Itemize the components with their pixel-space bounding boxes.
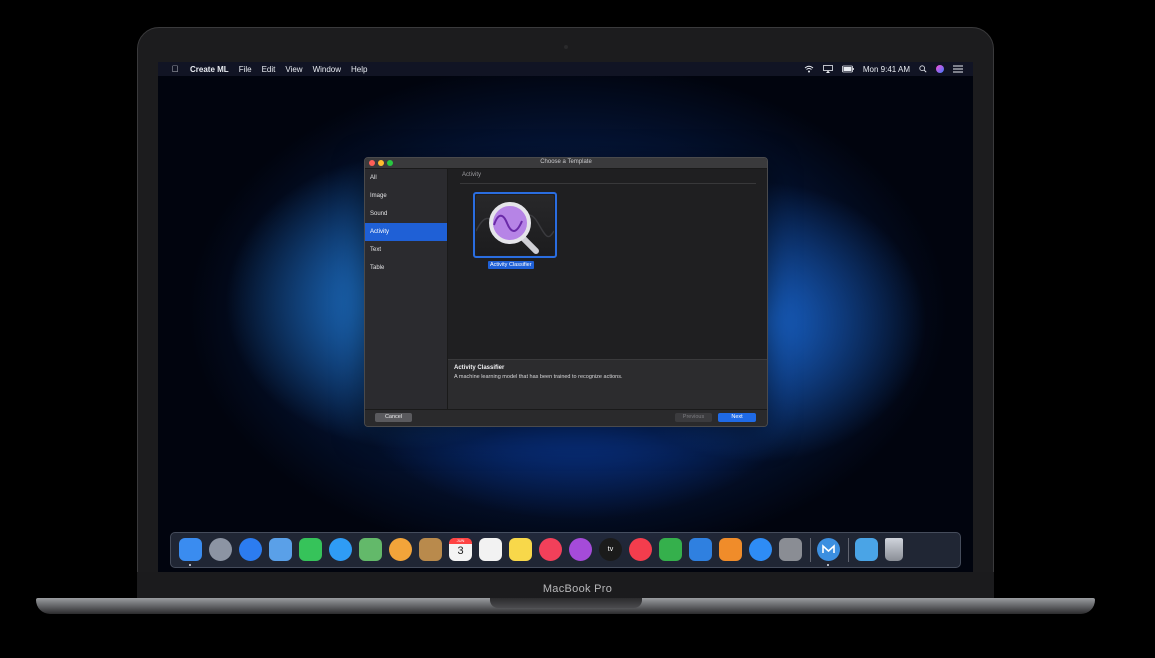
template-tile-art — [475, 195, 555, 255]
apple-icon[interactable]:  — [170, 64, 180, 74]
dock-maps-icon[interactable] — [359, 538, 382, 561]
sidebar-item-text[interactable]: Text — [365, 241, 447, 259]
dock-facetime-icon[interactable] — [299, 538, 322, 561]
dock-downloads-icon[interactable] — [855, 538, 878, 561]
device-brand-label: MacBook Pro — [542, 583, 613, 595]
cancel-button[interactable]: Cancel — [375, 413, 412, 422]
dock-numbers-icon[interactable] — [659, 538, 682, 561]
dock-notes-icon[interactable] — [509, 538, 532, 561]
menu-help[interactable]: Help — [351, 65, 367, 74]
calendar-day: 3 — [457, 545, 464, 557]
dock: JUN 3 tv — [170, 532, 961, 568]
dock-pages-icon[interactable] — [719, 538, 742, 561]
dock-running-indicator — [189, 564, 191, 566]
description-title: Activity Classifier — [454, 365, 505, 371]
dock-trash-icon[interactable] — [885, 538, 903, 561]
menu-window[interactable]: Window — [313, 65, 341, 74]
dock-system-preferences-icon[interactable] — [779, 538, 802, 561]
menu-bar:  Create ML File Edit View Window Help M… — [158, 62, 973, 76]
section-divider — [460, 183, 756, 184]
dock-contacts-icon[interactable] — [419, 538, 442, 561]
sidebar-item-activity[interactable]: Activity — [365, 223, 447, 241]
sidebar-item-sound[interactable]: Sound — [365, 205, 447, 223]
camera-icon — [564, 45, 568, 49]
window-titlebar[interactable]: Choose a Template — [365, 158, 767, 169]
menu-view[interactable]: View — [285, 65, 302, 74]
sidebar-item-image[interactable]: Image — [365, 187, 447, 205]
activity-classifier-icon — [475, 202, 555, 254]
dock-safari-icon[interactable] — [239, 538, 262, 561]
dock-messages-icon[interactable] — [329, 538, 352, 561]
dock-finder-icon[interactable] — [179, 538, 202, 561]
dock-mail-icon[interactable] — [269, 538, 292, 561]
dock-tv-icon[interactable]: tv — [599, 538, 622, 561]
dock-create-ml-icon[interactable] — [817, 538, 840, 561]
dock-news-icon[interactable] — [629, 538, 652, 561]
sidebar-item-table[interactable]: Table — [365, 259, 447, 277]
dock-keynote-icon[interactable] — [689, 538, 712, 561]
control-list-icon[interactable] — [953, 65, 963, 73]
battery-icon[interactable] — [841, 65, 854, 73]
template-tile-activity-classifier[interactable] — [473, 192, 557, 258]
desktop-screen:  Create ML File Edit View Window Help M… — [158, 62, 973, 572]
tv-label: tv — [607, 546, 614, 553]
template-description-panel: Activity Classifier A machine learning m… — [448, 359, 767, 410]
previous-button[interactable]: Previous — [675, 413, 712, 422]
dialog-footer: Cancel Previous Next — [365, 409, 767, 426]
dock-launchpad-icon[interactable] — [209, 538, 232, 561]
dock-podcasts-icon[interactable] — [569, 538, 592, 561]
airplay-icon[interactable] — [822, 65, 833, 73]
create-ml-glyph-icon — [822, 544, 835, 553]
menu-bar-status: Mon 9:41 AM — [804, 65, 963, 74]
dock-separator — [810, 538, 811, 562]
description-text: A machine learning model that has been t… — [454, 374, 623, 380]
template-category-sidebar: All Image Sound Activity Text Table — [365, 169, 448, 409]
sidebar-item-all[interactable]: All — [365, 169, 447, 187]
dock-music-icon[interactable] — [539, 538, 562, 561]
menu-app-name[interactable]: Create ML — [190, 65, 229, 74]
section-title: Activity — [462, 172, 482, 178]
dock-separator — [848, 538, 849, 562]
dock-reminders-icon[interactable] — [479, 538, 502, 561]
dock-photos-icon[interactable] — [389, 538, 412, 561]
wifi-icon[interactable] — [804, 65, 814, 73]
laptop-notch — [490, 598, 642, 608]
choose-template-window: Choose a Template All Image Sound Activi… — [364, 157, 768, 427]
menu-edit[interactable]: Edit — [262, 65, 276, 74]
template-gallery: Activity Activity Classifier — [448, 169, 767, 359]
dock-calendar-icon[interactable]: JUN 3 — [449, 538, 472, 561]
siri-icon[interactable] — [936, 65, 944, 73]
dock-running-indicator — [827, 564, 829, 566]
template-label[interactable]: Activity Classifier — [488, 261, 534, 269]
window-title: Choose a Template — [540, 159, 592, 165]
menu-file[interactable]: File — [239, 65, 252, 74]
spotlight-search-icon[interactable] — [919, 65, 927, 73]
menu-clock[interactable]: Mon 9:41 AM — [863, 65, 910, 74]
next-button[interactable]: Next — [718, 413, 756, 422]
dock-app-store-icon[interactable] — [749, 538, 772, 561]
